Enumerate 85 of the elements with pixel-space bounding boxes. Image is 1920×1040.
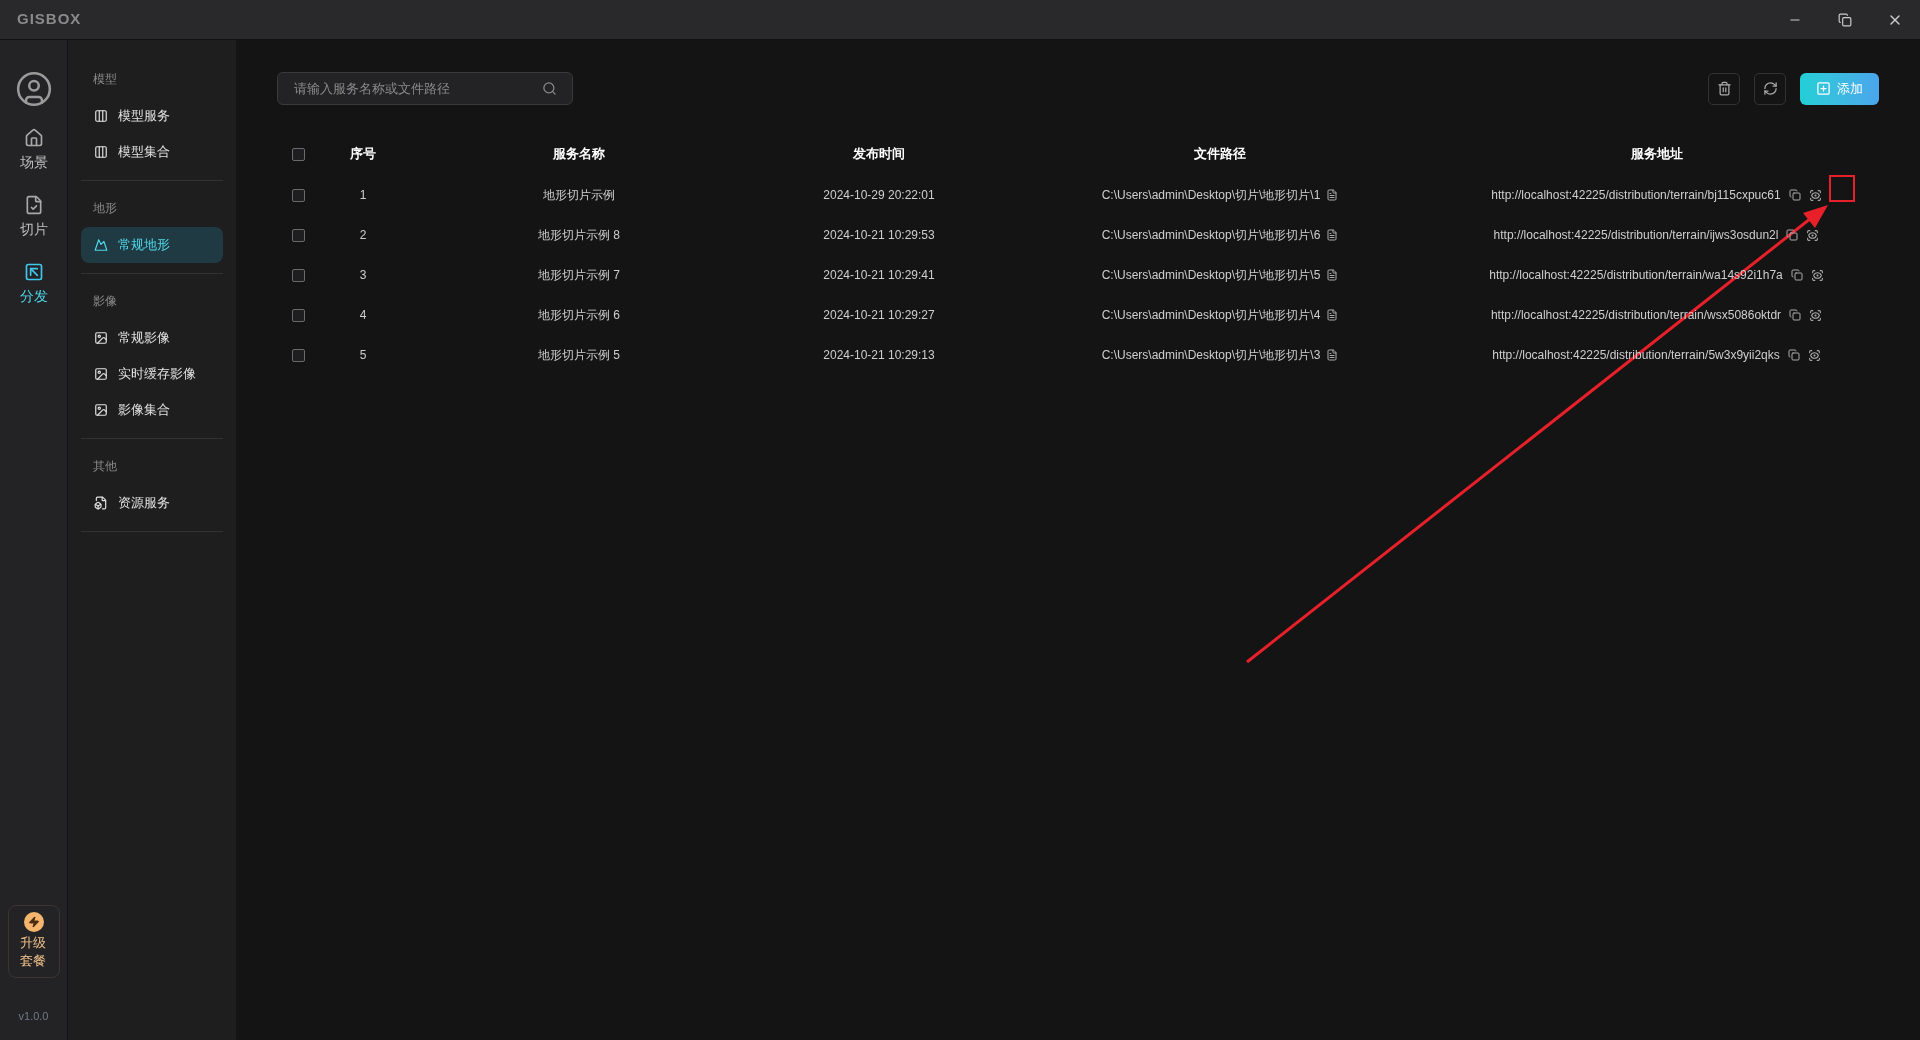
rail-tab[interactable]: 分发 [19, 262, 48, 307]
table-cell-text: 地形切片示例 5 [538, 347, 620, 364]
restore-icon[interactable] [1838, 12, 1852, 27]
refresh-button[interactable] [1754, 72, 1786, 105]
copy-icon[interactable] [1788, 189, 1801, 201]
delete-button[interactable] [1708, 72, 1740, 105]
table-cell-text: C:\Users\admin\Desktop\切片\地形切片\5 [1101, 267, 1321, 284]
mountain-icon [94, 238, 108, 252]
checkbox[interactable] [292, 348, 305, 362]
preview-icon[interactable] [1808, 188, 1822, 202]
checkbox[interactable] [292, 308, 305, 322]
open-file-icon[interactable] [1326, 269, 1339, 281]
table-cell-text: 4 [359, 307, 367, 324]
sidebar-item[interactable]: 常规影像 [81, 320, 223, 356]
column-header: 服务名称 [553, 145, 605, 164]
table-cell-text: 2 [359, 227, 367, 244]
table-cell-text: 2024-10-21 10:29:41 [823, 267, 935, 284]
section-heading: 模型 [92, 71, 118, 88]
columns-icon [94, 109, 108, 123]
plus-icon [1816, 81, 1831, 96]
table-cell-text: 地形切片示例 [543, 187, 615, 204]
search-field[interactable]: 请输入服务名称或文件路径 [277, 72, 573, 105]
preview-icon[interactable] [1809, 308, 1823, 322]
house-icon [23, 128, 44, 148]
checkbox[interactable] [292, 188, 305, 202]
table-cell-text: 2024-10-29 20:22:01 [823, 187, 935, 204]
section-heading: 地形 [92, 200, 118, 217]
table-cell-text: C:\Users\admin\Desktop\切片\地形切片\3 [1101, 347, 1321, 364]
sidebar-item[interactable]: 资源服务 [81, 485, 223, 521]
table-cell-text: 3 [359, 267, 367, 284]
section-heading: 影像 [92, 293, 118, 310]
sidebar-item[interactable]: 模型服务 [81, 98, 223, 134]
table-cell-text: 地形切片示例 7 [538, 267, 620, 284]
rail-tab[interactable]: 场景 [19, 128, 48, 173]
copy-icon[interactable] [1787, 349, 1800, 361]
sidebar-item[interactable]: 模型集合 [81, 134, 223, 170]
rail-tab[interactable]: 切片 [19, 195, 48, 240]
lightning-icon [27, 916, 40, 929]
search-icon[interactable] [542, 81, 557, 96]
image-icon [94, 403, 108, 417]
checkbox[interactable] [292, 228, 305, 242]
preview-icon[interactable] [1810, 268, 1824, 282]
section-heading: 其他 [92, 458, 118, 475]
upgrade-button[interactable]: 升级套餐 [7, 905, 60, 978]
open-file-icon[interactable] [1326, 309, 1339, 321]
sidebar-item[interactable]: 影像集合 [81, 392, 223, 428]
columns-icon [94, 145, 108, 159]
column-header: 序号 [350, 145, 376, 164]
copy-icon[interactable] [1789, 309, 1802, 321]
table-cell-text: 地形切片示例 6 [538, 307, 620, 324]
app-logo: GISBOX [17, 9, 82, 30]
open-file-icon[interactable] [1326, 349, 1339, 361]
file-box-icon [94, 496, 108, 510]
highlight-box [1829, 175, 1855, 202]
sidebar-item[interactable]: 常规地形 [81, 227, 223, 263]
trash-icon [1716, 81, 1732, 96]
table-cell-text: C:\Users\admin\Desktop\切片\地形切片\6 [1101, 227, 1321, 244]
open-file-icon[interactable] [1326, 189, 1339, 201]
checkbox[interactable] [292, 268, 305, 282]
sidebar-item[interactable]: 实时缓存影像 [81, 356, 223, 392]
open-file-icon[interactable] [1326, 229, 1339, 241]
copy-icon[interactable] [1786, 229, 1799, 241]
preview-icon[interactable] [1807, 348, 1821, 362]
copy-icon[interactable] [1790, 269, 1803, 281]
table-cell-text: 1 [359, 187, 367, 204]
table-cell-text: C:\Users\admin\Desktop\切片\地形切片\4 [1101, 307, 1321, 324]
table-cell-text: C:\Users\admin\Desktop\切片\地形切片\1 [1101, 187, 1321, 204]
column-header: 发布时间 [853, 145, 905, 164]
table-cell-text: 地形切片示例 8 [538, 227, 620, 244]
refresh-icon [1762, 81, 1778, 96]
table-cell-text: http://localhost:42225/distribution/terrain/bj115cxpuc61 [1491, 187, 1781, 204]
table-cell-text: 2024-10-21 10:29:53 [823, 227, 935, 244]
table-cell-text: 5 [359, 347, 367, 364]
version-label: v1.0.0 [18, 1008, 49, 1024]
image-icon [94, 367, 108, 381]
arrow-square-icon [23, 262, 44, 282]
column-header: 文件路径 [1194, 145, 1246, 164]
image-icon [94, 331, 108, 345]
table-cell-text: 2024-10-21 10:29:27 [823, 307, 935, 324]
table-cell-text: http://localhost:42225/distribution/terrain/ijws3osdun2l [1493, 227, 1779, 244]
table-cell-text: 2024-10-21 10:29:13 [823, 347, 935, 364]
avatar-icon[interactable] [14, 70, 53, 108]
preview-icon[interactable] [1806, 228, 1820, 242]
checkbox[interactable] [292, 147, 305, 161]
column-header: 服务地址 [1630, 145, 1683, 164]
